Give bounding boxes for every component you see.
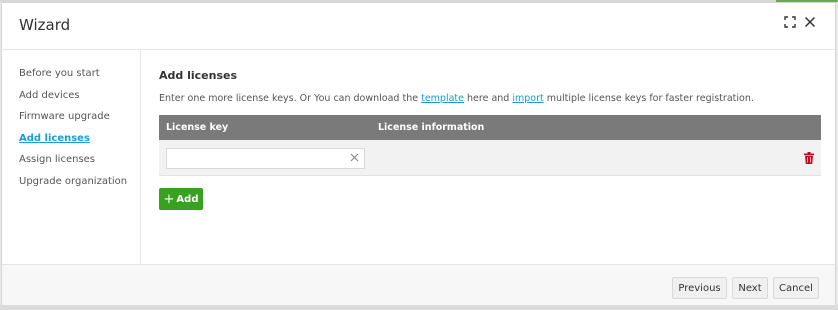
column-header-license-information: License information [378, 122, 485, 133]
background-strip [0, 305, 838, 310]
license-key-input[interactable] [166, 148, 365, 169]
add-license-button[interactable]: + Add [159, 188, 203, 210]
table-row [159, 140, 821, 176]
wizard-steps: Before you start Add devices Firmware up… [2, 50, 141, 264]
import-link[interactable]: import [512, 93, 543, 104]
step-add-licenses[interactable]: Add licenses [19, 133, 90, 144]
close-icon[interactable] [803, 15, 817, 29]
header-actions [783, 15, 817, 29]
section-title: Add licenses [159, 69, 237, 82]
cancel-button[interactable]: Cancel [773, 277, 819, 299]
dialog-header: Wizard [2, 3, 835, 50]
license-table-header: License key License information [159, 115, 821, 140]
column-header-license-key: License key [166, 122, 229, 133]
clear-icon[interactable] [349, 152, 360, 163]
dialog-footer: Previous Next Cancel [2, 264, 835, 305]
previous-button[interactable]: Previous [672, 277, 727, 299]
template-link[interactable]: template [421, 93, 464, 104]
step-upgrade-organization[interactable]: Upgrade organization [19, 176, 127, 187]
step-add-devices[interactable]: Add devices [19, 90, 80, 101]
expand-icon[interactable] [783, 15, 797, 29]
add-button-label: Add [176, 193, 199, 205]
trash-icon[interactable] [804, 152, 814, 164]
dialog-title: Wizard [19, 16, 71, 34]
step-firmware-upgrade[interactable]: Firmware upgrade [19, 111, 110, 122]
plus-icon: + [163, 191, 175, 207]
step-before-you-start[interactable]: Before you start [19, 68, 100, 79]
step-assign-licenses[interactable]: Assign licenses [19, 154, 95, 165]
description-text: multiple license keys for faster registr… [543, 93, 754, 104]
next-button[interactable]: Next [732, 277, 768, 299]
description-text: here and [464, 93, 513, 104]
section-description: Enter one more license keys. Or You can … [159, 93, 754, 104]
wizard-dialog: Wizard Before you start Add devices Firm… [1, 2, 836, 305]
wizard-content: Add licenses Enter one more license keys… [142, 50, 835, 264]
description-text: Enter one more license keys. Or You can … [159, 93, 422, 104]
